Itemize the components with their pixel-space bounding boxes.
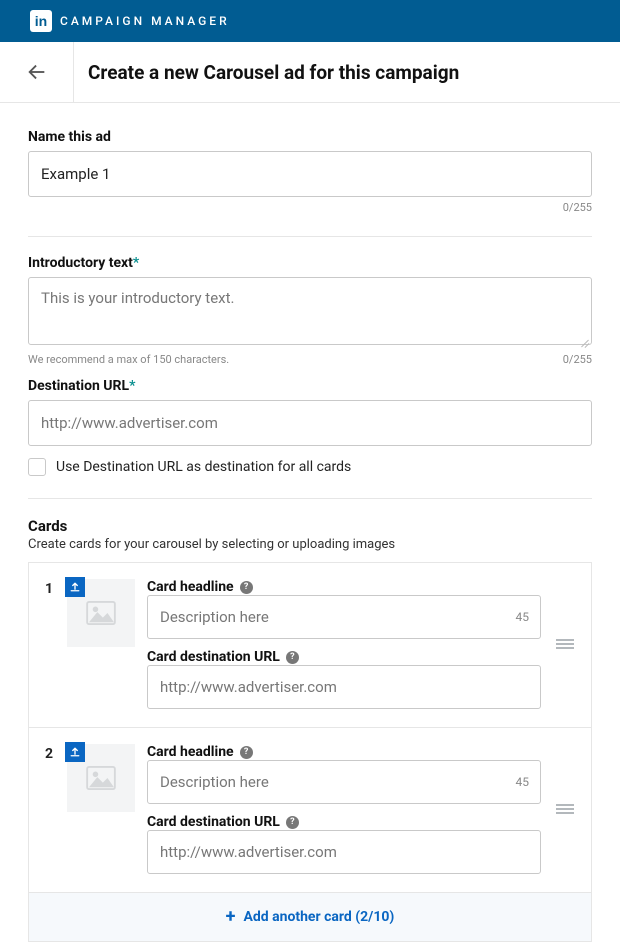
image-placeholder-icon <box>86 601 116 625</box>
upload-image-button[interactable] <box>65 742 85 762</box>
destination-url-label: Destination URL* <box>28 378 592 394</box>
intro-counter: 0/255 <box>563 353 592 366</box>
card-number: 2 <box>43 744 55 874</box>
cards-list: 1 <box>28 562 592 942</box>
help-icon[interactable]: ? <box>240 746 253 759</box>
card-headline-label: Card headline ? <box>147 744 541 760</box>
required-marker: * <box>129 378 135 394</box>
cards-section: Cards Create cards for your carousel by … <box>28 517 592 942</box>
use-dest-url-checkbox[interactable] <box>28 458 46 476</box>
plus-icon: + <box>226 908 236 926</box>
arrow-left-icon <box>26 61 48 83</box>
ad-name-input[interactable] <box>28 151 592 197</box>
add-another-card-button[interactable]: + Add another card (2/10) <box>29 893 591 941</box>
help-icon[interactable]: ? <box>240 581 253 594</box>
upload-icon <box>69 746 81 758</box>
card-row: 2 <box>29 728 591 893</box>
add-card-label: Add another card (2/10) <box>243 909 394 925</box>
card-headline-counter: 45 <box>516 610 530 624</box>
card-headline-label: Card headline ? <box>147 579 541 595</box>
card-destination-url-input[interactable] <box>147 830 541 874</box>
upload-icon <box>69 581 81 593</box>
card-headline-counter: 45 <box>516 775 530 789</box>
upload-image-button[interactable] <box>65 577 85 597</box>
drag-handle-icon <box>556 803 574 815</box>
app-header: in CAMPAIGN MANAGER <box>0 0 620 42</box>
drag-handle-icon <box>556 638 574 650</box>
app-title: CAMPAIGN MANAGER <box>60 14 230 28</box>
intro-text-label: Introductory text* <box>28 255 592 271</box>
help-icon[interactable]: ? <box>286 651 299 664</box>
card-row: 1 <box>29 563 591 728</box>
ad-name-counter: 0/255 <box>563 201 592 214</box>
intro-text-input[interactable] <box>28 277 592 345</box>
card-destination-url-label: Card destination URL ? <box>147 814 541 830</box>
destination-url-input[interactable] <box>28 400 592 446</box>
card-headline-input[interactable] <box>147 595 541 639</box>
use-dest-url-row: Use Destination URL as destination for a… <box>28 458 592 476</box>
card-number: 1 <box>43 579 55 709</box>
cards-title: Cards <box>28 517 592 535</box>
page-title: Create a new Carousel ad for this campai… <box>74 61 459 84</box>
card-destination-url-label: Card destination URL ? <box>147 649 541 665</box>
intro-helper-text: We recommend a max of 150 characters. <box>28 353 229 366</box>
form-content: Name this ad 0/255 Introductory text* We… <box>0 103 620 942</box>
back-button[interactable] <box>0 42 74 102</box>
card-destination-url-input[interactable] <box>147 665 541 709</box>
card-thumbnail[interactable] <box>67 744 135 812</box>
linkedin-logo: in <box>30 10 52 32</box>
title-bar: Create a new Carousel ad for this campai… <box>0 42 620 103</box>
help-icon[interactable]: ? <box>286 816 299 829</box>
drag-handle[interactable] <box>553 744 577 874</box>
divider <box>28 498 592 499</box>
required-marker: * <box>133 255 139 271</box>
divider <box>28 236 592 237</box>
card-headline-input[interactable] <box>147 760 541 804</box>
drag-handle[interactable] <box>553 579 577 709</box>
ad-name-label: Name this ad <box>28 129 592 145</box>
use-dest-url-label: Use Destination URL as destination for a… <box>56 459 351 475</box>
card-thumbnail[interactable] <box>67 579 135 647</box>
cards-subtitle: Create cards for your carousel by select… <box>28 537 592 552</box>
image-placeholder-icon <box>86 766 116 790</box>
